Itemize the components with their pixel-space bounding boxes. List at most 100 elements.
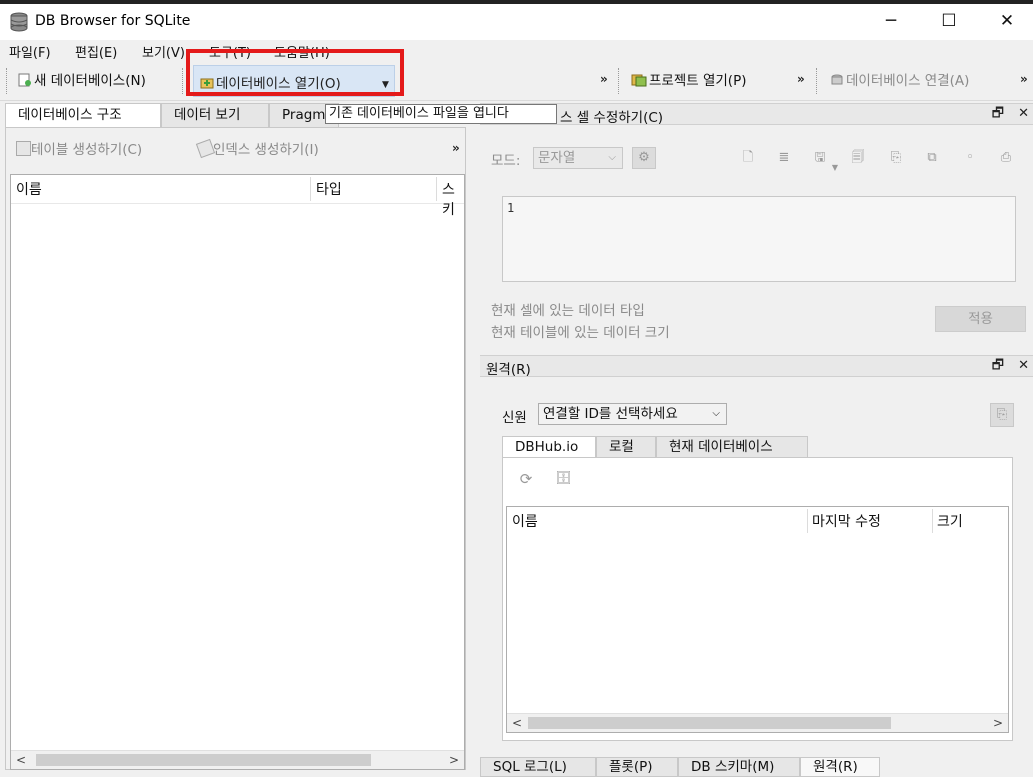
float-dock-icon[interactable]: 🗗 bbox=[992, 106, 1004, 121]
schema-tree[interactable]: 이름 타입 스키 < > bbox=[10, 174, 465, 770]
print-icon[interactable]: ⎙ bbox=[998, 150, 1014, 166]
scrollbar-thumb[interactable] bbox=[528, 717, 891, 729]
save-dropdown-icon[interactable]: ▼ bbox=[827, 160, 843, 176]
tab-dbhub[interactable]: DBHub.io bbox=[502, 436, 596, 458]
export-icon[interactable]: ≣ bbox=[776, 150, 792, 166]
column-header-size[interactable]: 크기 bbox=[937, 511, 963, 531]
dock-buttons: 🗗 ✕ bbox=[992, 104, 1029, 126]
scroll-left-icon[interactable]: < bbox=[512, 714, 522, 732]
toolbar-overflow-3[interactable]: » bbox=[1020, 72, 1028, 86]
close-dock-icon[interactable]: ✕ bbox=[1018, 106, 1029, 121]
database-app-icon bbox=[10, 12, 28, 32]
column-divider[interactable] bbox=[436, 177, 437, 201]
auto-switch-mode-button[interactable]: ⚙ bbox=[632, 147, 656, 169]
clone-database-icon[interactable]: 🗄 bbox=[555, 471, 572, 487]
schema-tree-header: 이름 타입 스키 bbox=[11, 175, 464, 218]
column-divider[interactable] bbox=[807, 509, 808, 533]
minimize-button[interactable]: ─ bbox=[862, 4, 920, 40]
identity-label: 신원 bbox=[502, 410, 527, 426]
menu-file[interactable]: 파일(F) bbox=[9, 42, 51, 61]
float-dock-icon[interactable]: 🗗 bbox=[992, 358, 1004, 373]
dock-buttons: 🗗 ✕ bbox=[992, 356, 1029, 378]
toolbar-separator bbox=[182, 68, 185, 94]
tab-sql-log[interactable]: SQL 로그(L) bbox=[480, 757, 596, 777]
cell-type-info: 현재 셀에 있는 데이터 타입 bbox=[491, 303, 645, 319]
remote-dock-title: 원격(R) 🗗 ✕ bbox=[480, 355, 1033, 378]
save-icon[interactable]: 🖫 bbox=[812, 150, 828, 166]
scrollbar-thumb[interactable] bbox=[36, 754, 371, 766]
menu-view[interactable]: 보기(V) bbox=[142, 42, 185, 61]
scroll-right-icon[interactable]: > bbox=[993, 714, 1003, 732]
open-in-editor-icon[interactable]: ⧉ bbox=[924, 150, 940, 166]
schema-horizontal-scrollbar[interactable]: < > bbox=[11, 750, 464, 769]
mode-select-value: 문자열 bbox=[538, 150, 576, 166]
column-header-name[interactable]: 이름 bbox=[16, 179, 42, 199]
scroll-left-icon[interactable]: < bbox=[16, 751, 26, 769]
new-database-button[interactable]: 새 데이터베이스(N) bbox=[12, 68, 152, 94]
export-to-file-icon[interactable]: ⎘ bbox=[888, 150, 904, 166]
tab-database-structure[interactable]: 데이터베이스 구조 bbox=[5, 103, 161, 127]
column-header-last-modified[interactable]: 마지막 수정 bbox=[812, 511, 881, 531]
gear-icon: ⚙ bbox=[638, 150, 650, 165]
create-index-label: 인덱스 생성하기(I) bbox=[213, 142, 319, 158]
new-database-icon bbox=[18, 73, 31, 87]
create-table-label: 테이블 생성하기(C) bbox=[31, 142, 143, 158]
remote-action-button[interactable]: ⎘ bbox=[990, 403, 1014, 427]
chevron-down-icon: ⌵ bbox=[712, 408, 720, 419]
import-file-icon[interactable]: 🗋 bbox=[740, 150, 756, 166]
edit-cell-dock-title: 스 셀 수정하기(C) 🗗 ✕ bbox=[480, 103, 1033, 126]
create-table-button[interactable]: 테이블 생성하기(C) bbox=[16, 138, 142, 158]
close-dock-icon[interactable]: ✕ bbox=[1018, 358, 1029, 373]
attach-database-button[interactable]: 데이터베이스 연결(A) bbox=[824, 68, 975, 94]
attach-database-icon bbox=[831, 74, 843, 85]
highlight-box bbox=[186, 49, 404, 96]
column-header-name[interactable]: 이름 bbox=[512, 511, 538, 531]
toolbar-overflow-2[interactable]: » bbox=[797, 72, 805, 86]
create-index-button[interactable]: 인덱스 생성하기(I) bbox=[195, 138, 319, 159]
attach-database-label: 데이터베이스 연결(A) bbox=[846, 73, 970, 89]
toolbar-grip bbox=[6, 68, 9, 94]
close-window-button[interactable]: ✕ bbox=[978, 4, 1033, 40]
tab-db-schema[interactable]: DB 스키마(M) bbox=[678, 757, 800, 777]
left-toolbar-overflow[interactable]: » bbox=[452, 141, 460, 155]
mode-label: 모드: bbox=[491, 153, 521, 169]
cell-size-info: 현재 테이블에 있는 데이터 크기 bbox=[491, 325, 670, 341]
mode-select[interactable]: 문자열 ⌵ bbox=[533, 147, 623, 169]
save-as-icon[interactable]: 🗐 bbox=[850, 150, 866, 166]
remote-list-header: 이름 마지막 수정 크기 bbox=[507, 507, 1008, 533]
remote-horizontal-scrollbar[interactable]: < > bbox=[507, 713, 1008, 732]
open-database-tooltip: 기존 데이터베이스 파일을 엽니다 bbox=[325, 104, 557, 124]
column-header-schema[interactable]: 스키 bbox=[442, 179, 464, 219]
bottom-dock-tabs: SQL 로그(L) 플롯(P) DB 스키마(M) 원격(R) bbox=[480, 757, 880, 777]
tab-local[interactable]: 로컬 bbox=[596, 436, 656, 458]
cell-editor[interactable]: 1 bbox=[502, 196, 1016, 282]
toolbar-overflow-1[interactable]: » bbox=[600, 72, 608, 86]
scroll-right-icon[interactable]: > bbox=[449, 751, 459, 769]
remote-file-list[interactable]: 이름 마지막 수정 크기 < > bbox=[506, 506, 1009, 733]
toolbar-separator-3 bbox=[816, 68, 819, 94]
remote-title: 원격(R) bbox=[486, 362, 531, 378]
menu-edit[interactable]: 편집(E) bbox=[75, 42, 117, 61]
new-database-label: 새 데이터베이스(N) bbox=[34, 73, 146, 89]
edit-cell-title: 스 셀 수정하기(C) bbox=[560, 110, 664, 126]
tab-remote[interactable]: 원격(R) bbox=[800, 757, 880, 777]
create-table-icon bbox=[16, 141, 31, 156]
apply-button[interactable]: 적용 bbox=[935, 306, 1026, 332]
identity-select[interactable]: 연결할 ID를 선택하세요 ⌵ bbox=[538, 403, 727, 425]
open-project-label: 프로젝트 열기(P) bbox=[649, 73, 747, 89]
menu-bar: 파일(F) 편집(E) 보기(V) 도구(T) 도움말(H) bbox=[0, 40, 1033, 62]
tab-plot[interactable]: 플롯(P) bbox=[596, 757, 678, 777]
remote-tab-bar: DBHub.io 로컬 현재 데이터베이스 bbox=[502, 436, 822, 458]
column-divider[interactable] bbox=[310, 177, 311, 201]
column-divider[interactable] bbox=[932, 509, 933, 533]
set-null-icon[interactable]: ◦ bbox=[962, 150, 978, 166]
open-project-button[interactable]: 프로젝트 열기(P) bbox=[625, 68, 753, 94]
chevron-down-icon: ⌵ bbox=[608, 152, 616, 163]
toolbar-separator-2 bbox=[618, 68, 621, 94]
window-title: DB Browser for SQLite bbox=[35, 13, 191, 29]
maximize-button[interactable]: ☐ bbox=[920, 4, 978, 40]
column-header-type[interactable]: 타입 bbox=[316, 179, 342, 199]
tab-current-database[interactable]: 현재 데이터베이스 bbox=[656, 436, 808, 458]
tab-browse-data[interactable]: 데이터 보기 bbox=[161, 103, 269, 127]
refresh-icon[interactable]: ⟳ bbox=[518, 471, 534, 487]
